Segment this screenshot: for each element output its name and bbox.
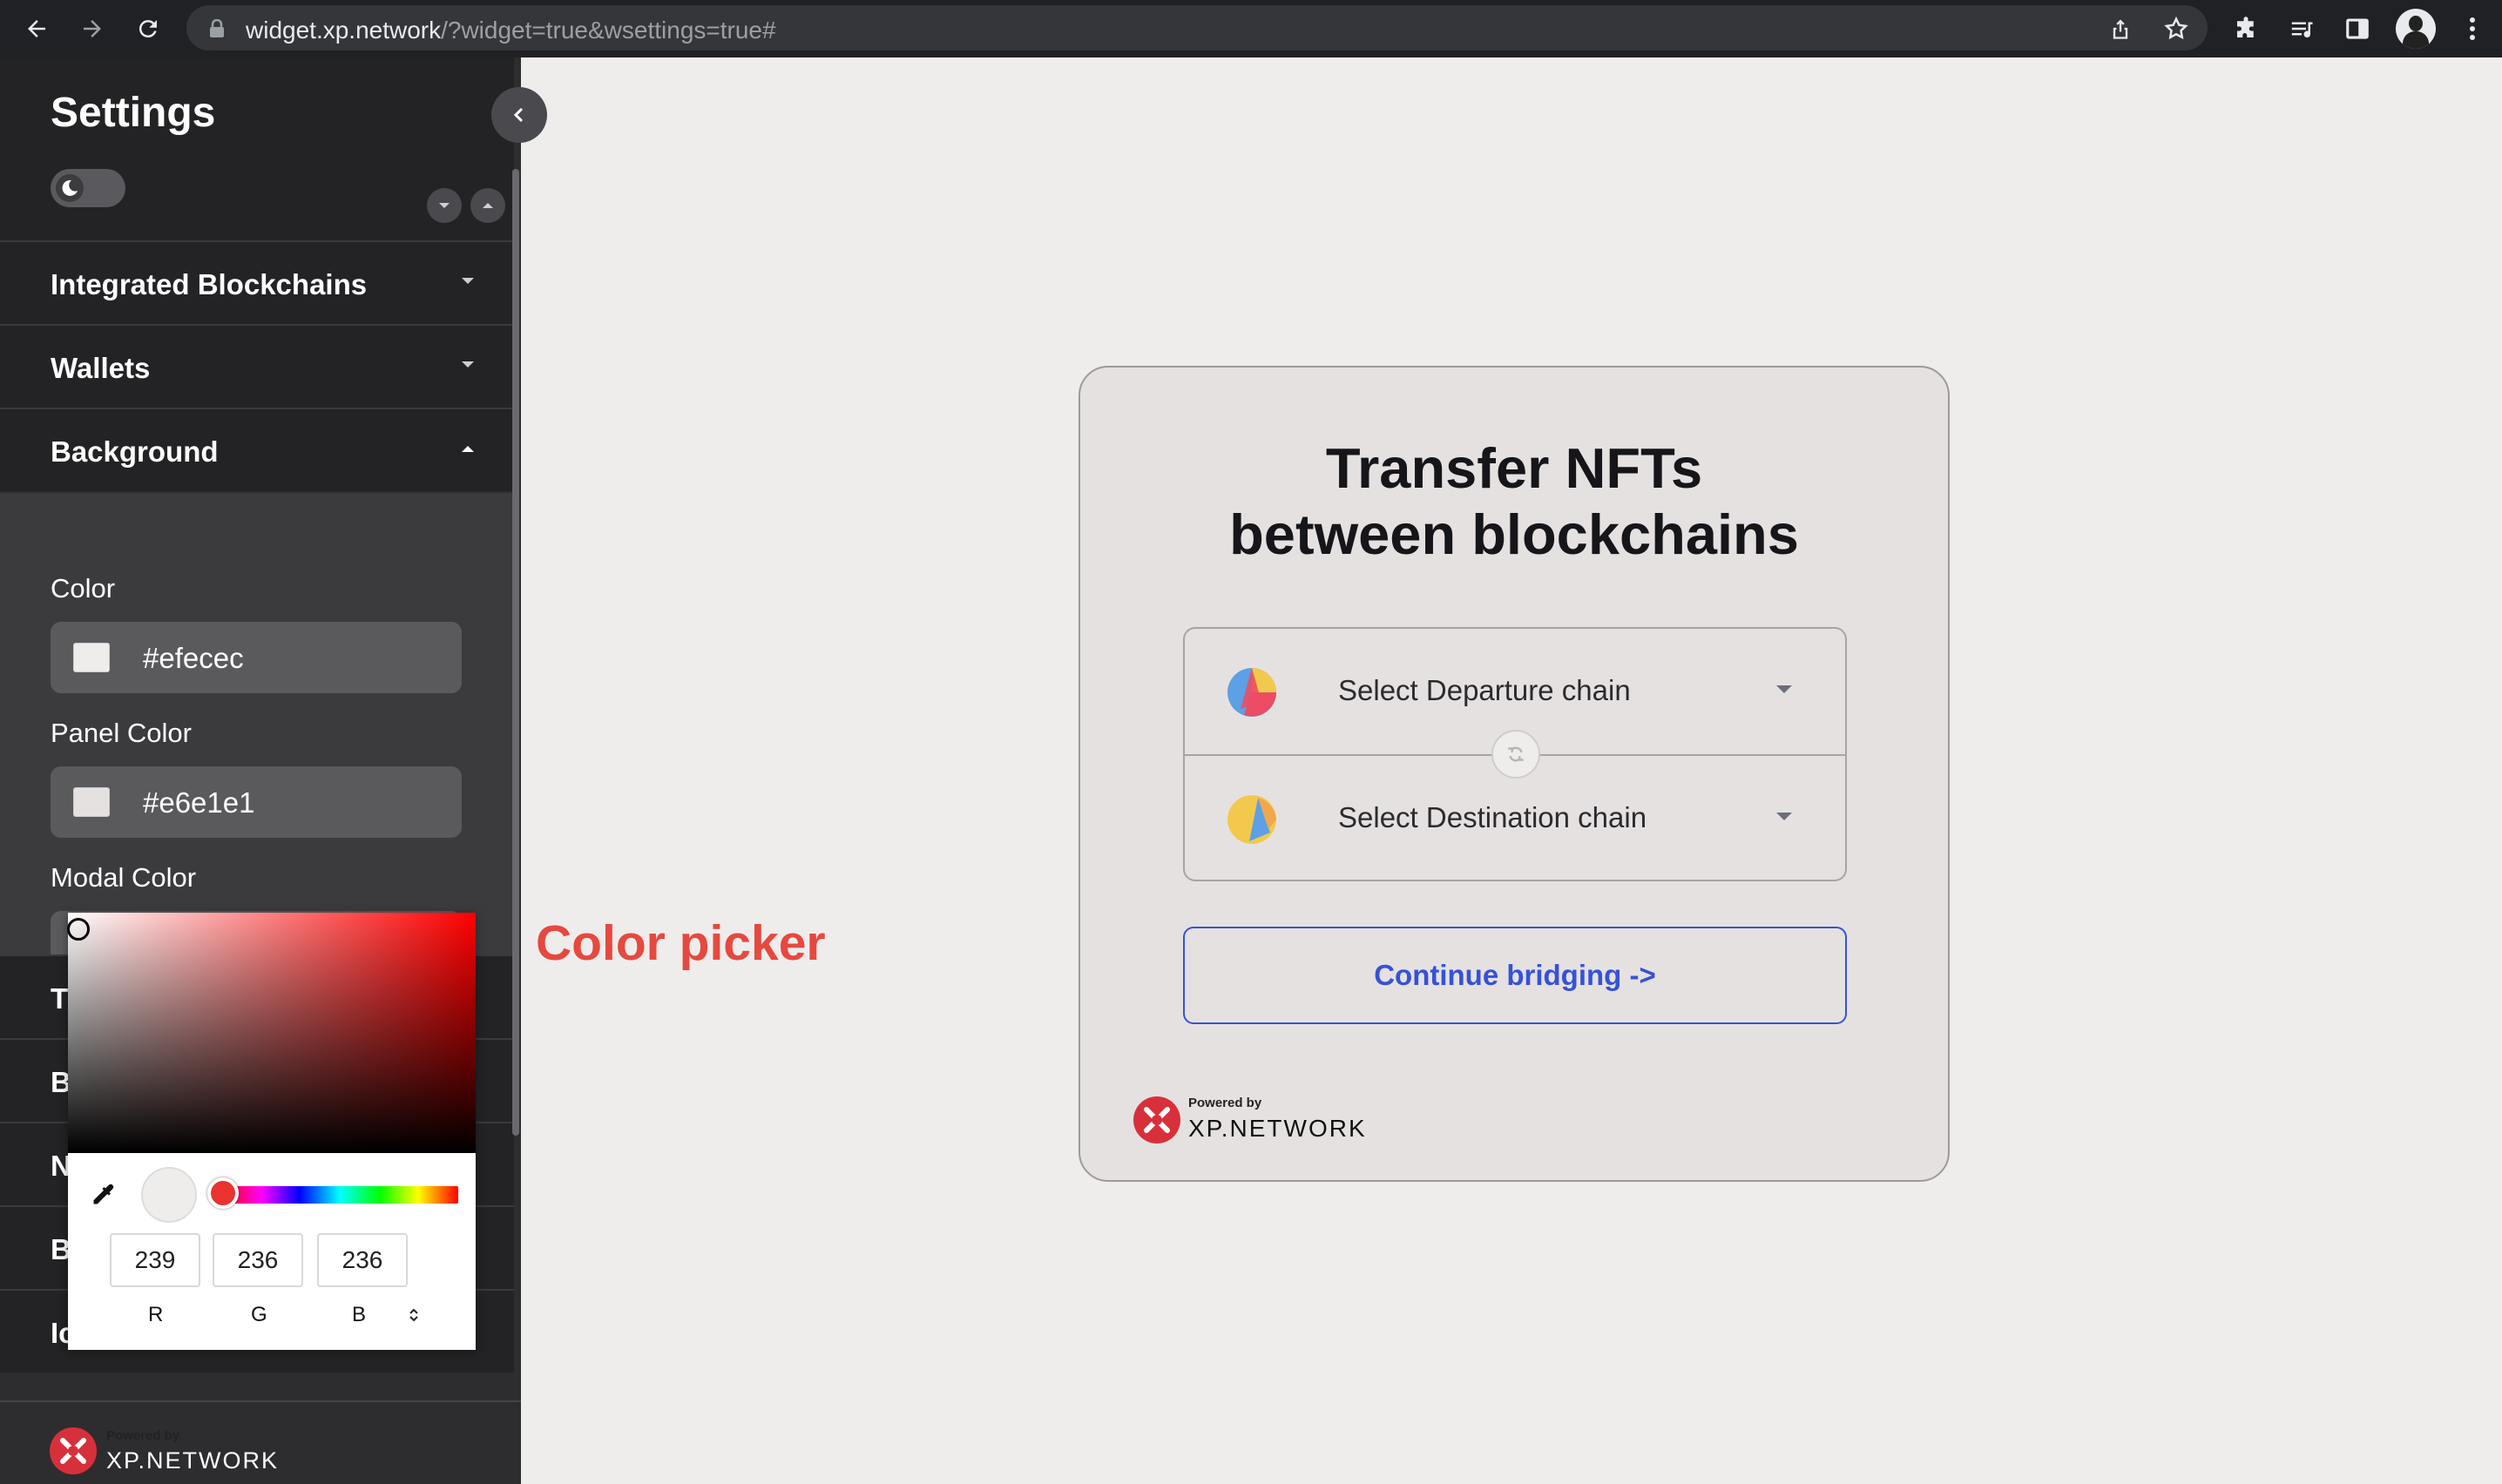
color-preview: [141, 1167, 197, 1223]
hue-slider-handle[interactable]: [207, 1177, 239, 1209]
chain-selector: Select Departure chain Select Destinatio…: [1183, 627, 1847, 881]
continue-bridging-button[interactable]: Continue bridging ->: [1183, 927, 1847, 1024]
dark-mode-toggle[interactable]: [51, 169, 125, 207]
departure-chain-icon: [1227, 668, 1276, 717]
powered-by-label: Powered by: [106, 1428, 180, 1443]
color-swatch[interactable]: [73, 643, 110, 672]
settings-title: Settings: [51, 90, 216, 136]
section-background[interactable]: Background: [0, 408, 514, 491]
xp-network-logo-icon: [1133, 1096, 1180, 1143]
more-menu-icon[interactable]: [2455, 11, 2490, 46]
title-line-1: Transfer NFTs: [1325, 436, 1703, 500]
brand-label: XP.NETWORK: [1188, 1115, 1367, 1142]
reload-icon[interactable]: [131, 11, 166, 46]
color-picker-popup: 239 236 236 R G B: [67, 913, 476, 1350]
section-label: Background: [51, 435, 219, 468]
brand-label: XP.NETWORK: [106, 1447, 280, 1474]
color-label: Color: [51, 573, 116, 604]
panel-color-field[interactable]: #e6e1e1: [51, 766, 462, 838]
panel-color-swatch[interactable]: [73, 787, 110, 817]
section-label: Integrated Blockchains: [51, 268, 368, 300]
title-line-2: between blockchains: [1229, 503, 1799, 566]
settings-header: Settings: [0, 57, 514, 240]
expand-all-button[interactable]: [427, 188, 462, 223]
panel-color-label: Panel Color: [51, 718, 192, 748]
color-value: #efecec: [143, 642, 244, 674]
color-field[interactable]: #efecec: [51, 622, 462, 693]
chevron-left-icon: [513, 107, 524, 123]
chevron-down-icon: [462, 278, 474, 284]
moon-icon: [62, 179, 78, 196]
background-settings-panel: Color #efecec Panel Color #e6e1e1 Modal …: [0, 493, 514, 982]
lock-icon: [209, 18, 225, 43]
chevron-up-icon: [462, 446, 474, 452]
transfer-widget-panel: Transfer NFTs between blockchains Select…: [1079, 366, 1950, 1182]
section-integrated-blockchains[interactable]: Integrated Blockchains: [0, 240, 514, 324]
section-label: Wallets: [51, 352, 151, 384]
side-panel-icon[interactable]: [2340, 11, 2375, 46]
chevron-down-icon: [1776, 813, 1792, 820]
section-label: T: [51, 982, 69, 1015]
forward-icon[interactable]: [75, 11, 110, 46]
green-input[interactable]: 236: [213, 1233, 303, 1287]
departure-label: Select Departure chain: [1338, 674, 1631, 706]
collapse-sidebar-button[interactable]: [491, 87, 547, 143]
swap-icon: [1508, 746, 1524, 762]
sidebar-scrollbar[interactable]: [512, 169, 519, 1136]
bookmark-star-icon[interactable]: [2159, 11, 2194, 46]
blue-input[interactable]: 236: [317, 1233, 408, 1287]
xp-network-logo-icon: [49, 1427, 98, 1480]
annotation-label: Color picker: [536, 915, 826, 971]
section-wallets[interactable]: Wallets: [0, 324, 514, 408]
saturation-area[interactable]: [68, 913, 476, 1153]
url-text: widget.xp.network/?widget=true&wsettings…: [246, 17, 776, 44]
widget-title: Transfer NFTs between blockchains: [1080, 435, 1948, 568]
format-toggle-icon[interactable]: [408, 1306, 420, 1328]
green-label: G: [251, 1303, 267, 1326]
blue-label: B: [352, 1303, 367, 1326]
browser-toolbar: widget.xp.network/?widget=true&wsettings…: [0, 0, 2502, 57]
media-queue-icon[interactable]: [2284, 11, 2319, 46]
eyedropper-icon[interactable]: [87, 1179, 118, 1215]
share-icon[interactable]: [2103, 11, 2138, 46]
address-bar[interactable]: widget.xp.network/?widget=true&wsettings…: [186, 5, 2208, 51]
extensions-icon[interactable]: [2228, 11, 2263, 46]
destination-chain-icon: [1227, 795, 1276, 844]
red-label: R: [148, 1303, 164, 1326]
swap-chains-button[interactable]: [1491, 730, 1540, 779]
destination-label: Select Destination chain: [1338, 801, 1647, 833]
sidebar-footer: Powered by XP.NETWORK: [0, 1400, 521, 1484]
modal-color-label: Modal Color: [51, 862, 197, 893]
panel-color-value: #e6e1e1: [143, 786, 255, 819]
profile-avatar[interactable]: [2396, 9, 2436, 49]
chevron-down-icon: [462, 361, 474, 368]
powered-by-label: Powered by: [1188, 1096, 1262, 1110]
saturation-cursor[interactable]: [67, 918, 90, 941]
back-icon[interactable]: [19, 11, 54, 46]
collapse-all-button[interactable]: [470, 188, 505, 223]
red-input[interactable]: 239: [110, 1233, 200, 1287]
hue-slider[interactable]: [221, 1186, 458, 1204]
chevron-down-icon: [1776, 685, 1792, 693]
